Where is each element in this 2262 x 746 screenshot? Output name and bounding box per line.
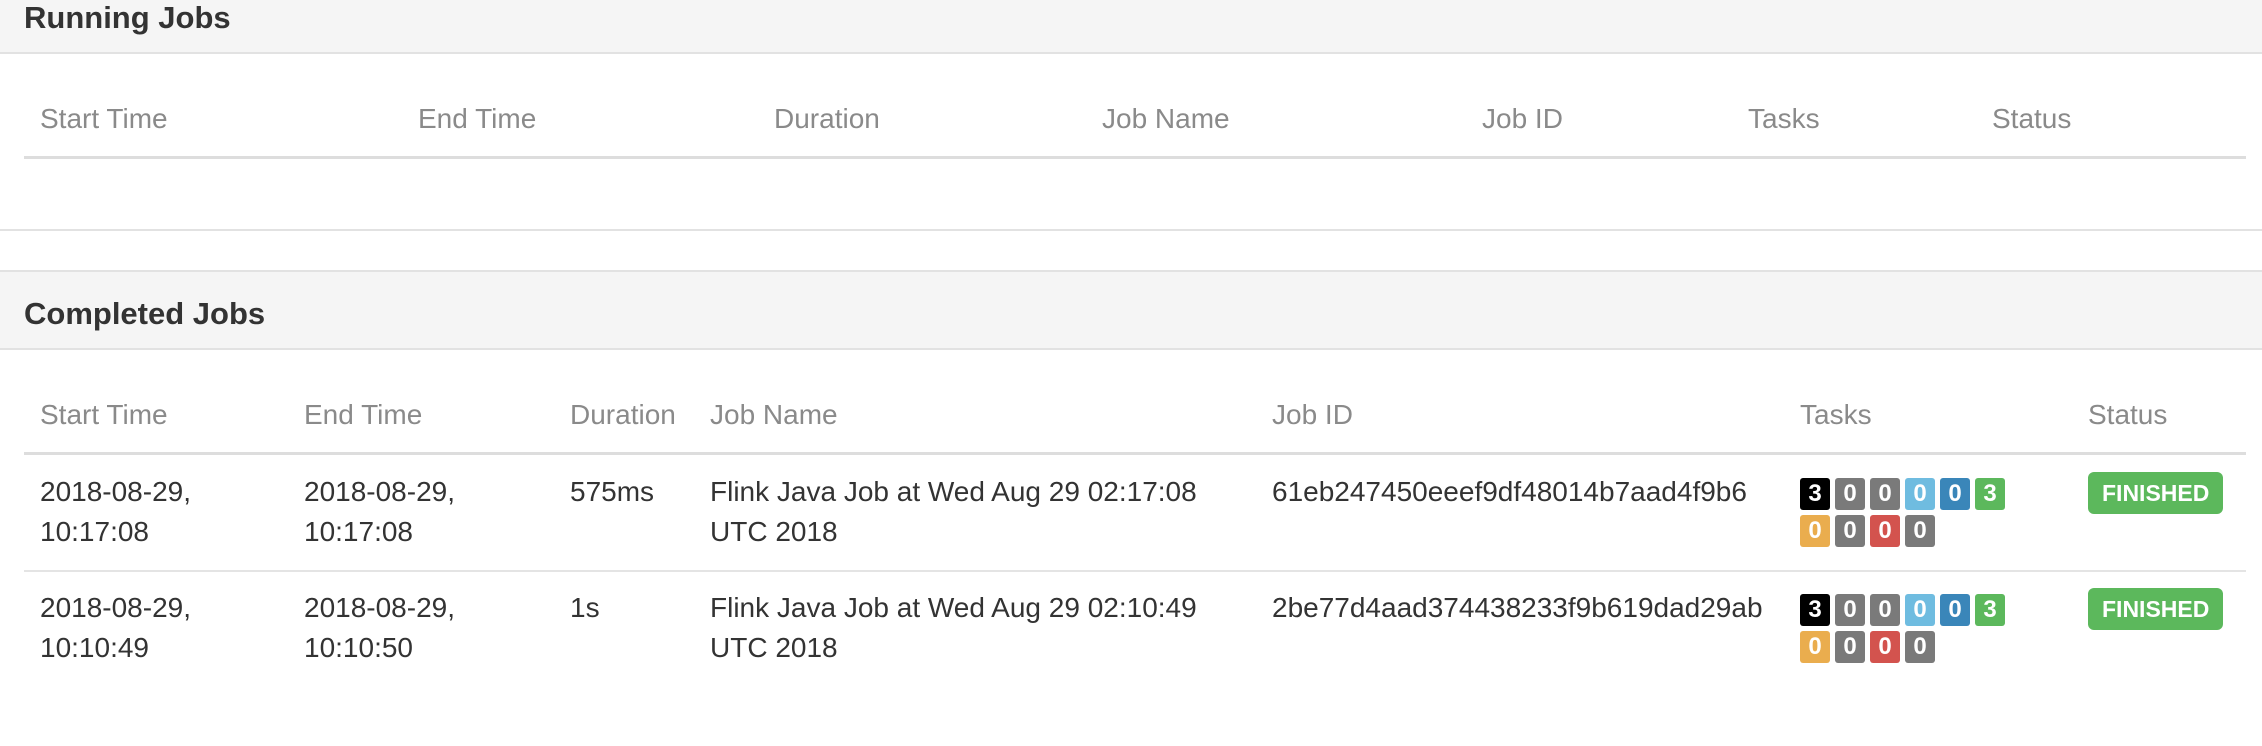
completed-header-divider xyxy=(24,452,2246,455)
end-date: 2018-08-29, xyxy=(304,476,456,507)
running-header-divider xyxy=(24,156,2246,159)
running-col-duration[interactable]: Duration xyxy=(774,103,880,135)
duration-cell: 1s xyxy=(570,592,600,623)
task-count-badge: 0 xyxy=(1870,478,1900,510)
task-count-badge: 0 xyxy=(1940,478,1970,510)
running-jobs-header: Running Jobs xyxy=(0,0,2262,54)
end-time-cell: 2018-08-29, 10:10:50 xyxy=(304,588,455,668)
task-count-badge: 0 xyxy=(1905,594,1935,626)
completed-jobs-title: Completed Jobs xyxy=(24,296,266,331)
task-count-badge: 0 xyxy=(1870,594,1900,626)
task-count-badge: 0 xyxy=(1800,515,1830,547)
start-time-cell: 2018-08-29, 10:17:08 xyxy=(40,472,191,552)
completed-col-end-time[interactable]: End Time xyxy=(304,399,422,431)
start-clock: 10:10:49 xyxy=(40,632,149,663)
task-count-badge: 0 xyxy=(1835,515,1865,547)
end-clock: 10:10:50 xyxy=(304,632,413,663)
duration-cell: 575ms xyxy=(570,476,655,507)
task-count-badge: 0 xyxy=(1905,515,1935,547)
task-badges: 3 0 0 0 0 30 0 0 0 xyxy=(1800,478,2040,552)
end-time-cell: 2018-08-29, 10:17:08 xyxy=(304,472,455,552)
running-col-job-name[interactable]: Job Name xyxy=(1102,103,1230,135)
row-divider xyxy=(24,570,2246,572)
task-count-badge: 0 xyxy=(1870,515,1900,547)
job-name-line2: UTC 2018 xyxy=(710,516,838,547)
task-count-badge: 0 xyxy=(1905,478,1935,510)
start-clock: 10:17:08 xyxy=(40,516,149,547)
task-count-badge: 3 xyxy=(1975,594,2005,626)
job-name-cell[interactable]: Flink Java Job at Wed Aug 29 02:10:49 UT… xyxy=(710,588,1197,668)
completed-jobs-header: Completed Jobs xyxy=(0,270,2262,350)
task-count-badge: 3 xyxy=(1800,594,1830,626)
completed-col-duration[interactable]: Duration xyxy=(570,399,676,431)
status-badge: FINISHED xyxy=(2088,472,2224,514)
completed-col-job-name[interactable]: Job Name xyxy=(710,399,838,431)
completed-col-status[interactable]: Status xyxy=(2088,399,2167,431)
running-col-start-time[interactable]: Start Time xyxy=(40,103,168,135)
job-id-cell[interactable]: 2be77d4aad374438233f9b619dad29ab xyxy=(1272,588,1763,628)
end-clock: 10:17:08 xyxy=(304,516,413,547)
running-col-job-id[interactable]: Job ID xyxy=(1482,103,1563,135)
running-col-status[interactable]: Status xyxy=(1992,103,2071,135)
task-badges: 3 0 0 0 0 30 0 0 0 xyxy=(1800,594,2040,668)
task-count-badge: 0 xyxy=(1905,631,1935,663)
task-count-badge: 0 xyxy=(1940,594,1970,626)
task-count-badge: 0 xyxy=(1835,478,1865,510)
task-count-badge: 0 xyxy=(1870,631,1900,663)
job-name-cell[interactable]: Flink Java Job at Wed Aug 29 02:17:08 UT… xyxy=(710,472,1197,552)
task-count-badge: 3 xyxy=(1975,478,2005,510)
completed-col-job-id[interactable]: Job ID xyxy=(1272,399,1353,431)
task-count-badge: 0 xyxy=(1835,594,1865,626)
running-col-tasks[interactable]: Tasks xyxy=(1748,103,1820,135)
start-time-cell: 2018-08-29, 10:10:49 xyxy=(40,588,191,668)
task-count-badge: 0 xyxy=(1835,631,1865,663)
task-count-badge: 3 xyxy=(1800,478,1830,510)
task-count-badge: 0 xyxy=(1800,631,1830,663)
completed-col-start-time[interactable]: Start Time xyxy=(40,399,168,431)
job-name-line2: UTC 2018 xyxy=(710,632,838,663)
start-date: 2018-08-29, xyxy=(40,476,192,507)
status-badge: FINISHED xyxy=(2088,588,2224,630)
running-panel-bottom xyxy=(0,229,2262,231)
running-jobs-title: Running Jobs xyxy=(24,0,231,35)
running-col-end-time[interactable]: End Time xyxy=(418,103,536,135)
job-id-cell[interactable]: 61eb247450eeef9df48014b7aad4f9b6 xyxy=(1272,472,1747,512)
completed-col-tasks[interactable]: Tasks xyxy=(1800,399,1872,431)
job-name-line1: Flink Java Job at Wed Aug 29 02:17:08 xyxy=(710,476,1197,507)
job-name-line1: Flink Java Job at Wed Aug 29 02:10:49 xyxy=(710,592,1197,623)
start-date: 2018-08-29, xyxy=(40,592,192,623)
end-date: 2018-08-29, xyxy=(304,592,456,623)
